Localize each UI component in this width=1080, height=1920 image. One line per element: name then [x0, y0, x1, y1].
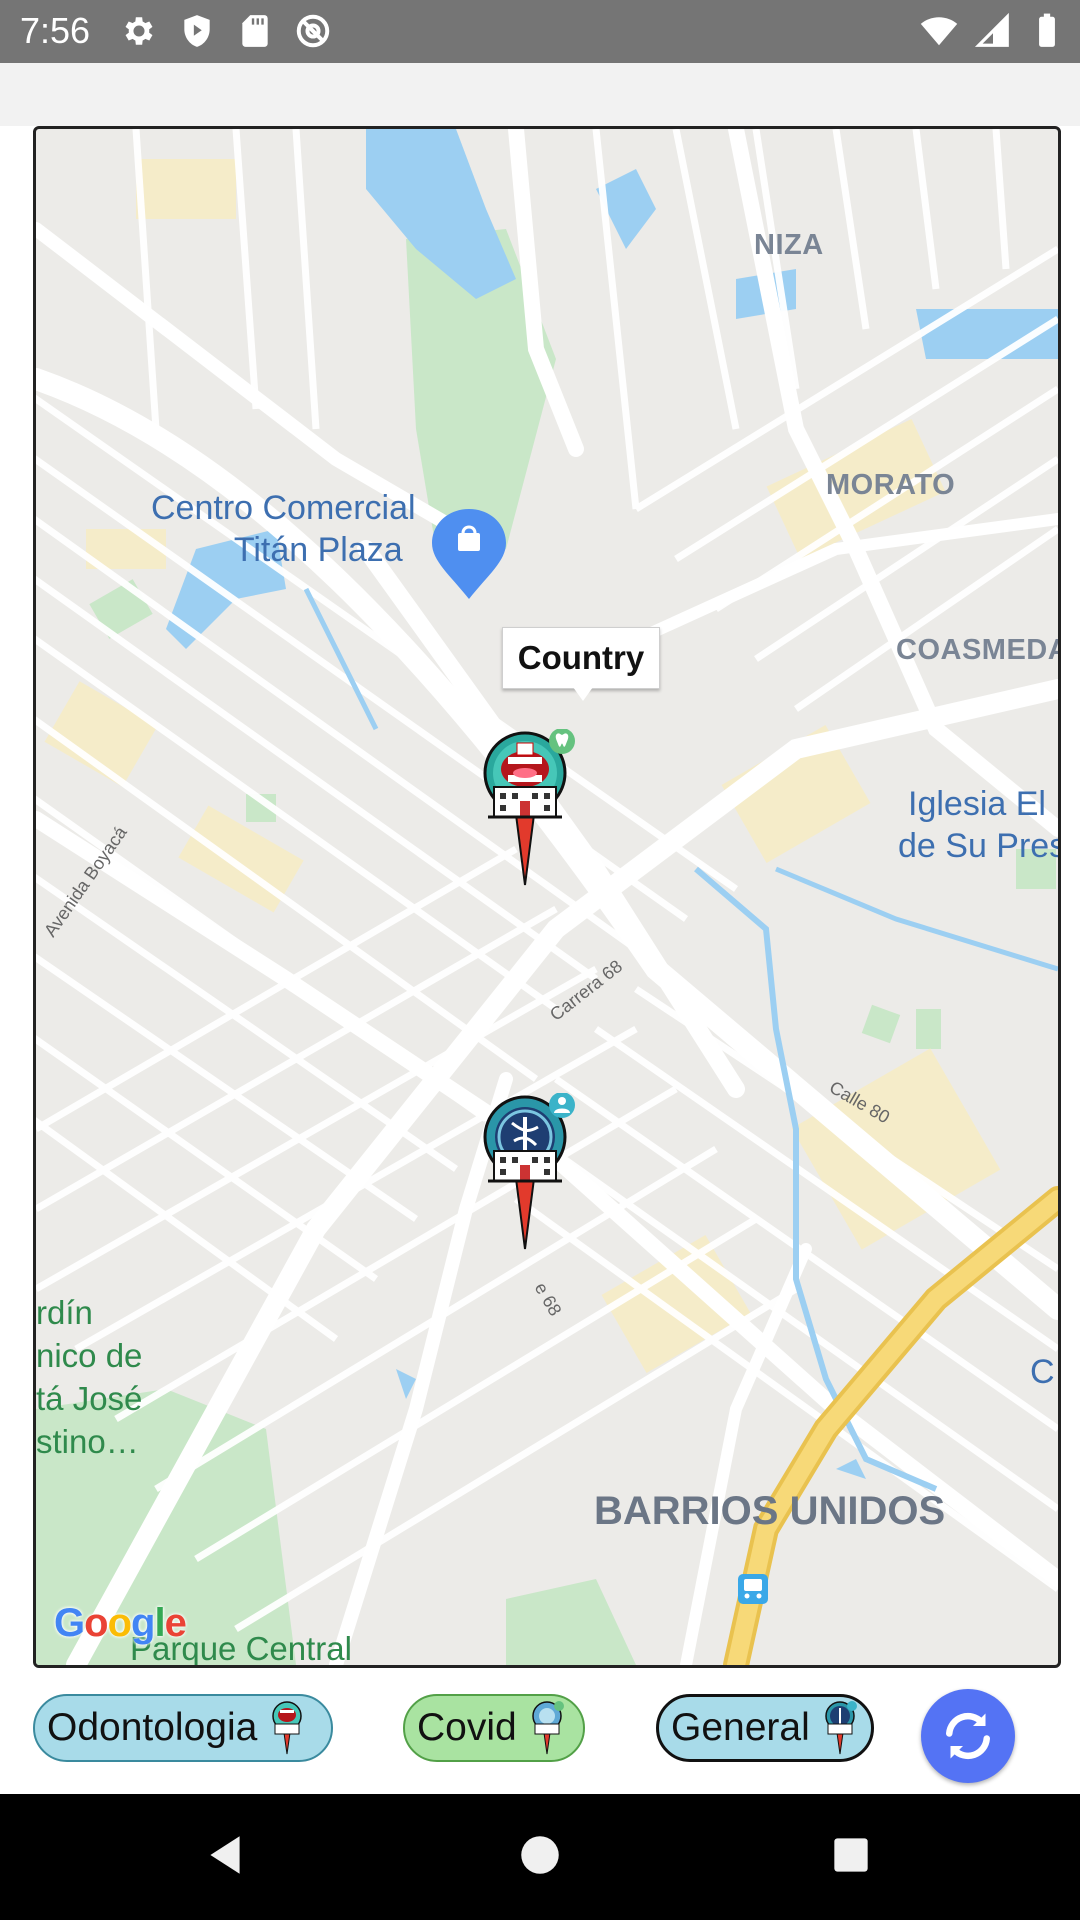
- park-label-jardin-botanico: rdín nico de tá José stino…: [36, 1294, 143, 1460]
- marker-callout[interactable]: Country: [502, 627, 660, 689]
- back-icon[interactable]: [200, 1830, 250, 1880]
- general-marker-icon: [825, 1701, 857, 1755]
- sd-card-icon: [242, 15, 268, 47]
- district-label-barrios-unidos: BARRIOS UNIDOS: [594, 1489, 946, 1533]
- recents-icon[interactable]: [826, 1830, 876, 1880]
- navigation-bar: [0, 1794, 1080, 1920]
- poi-label-titan-plaza: Centro Comercial Titán Plaza: [151, 489, 416, 569]
- district-label-niza: NIZA: [754, 229, 824, 261]
- refresh-icon: [946, 1712, 990, 1760]
- app-bar: [0, 63, 1080, 126]
- filter-covid-label: Covid: [417, 1706, 517, 1749]
- status-bar: 7:56: [0, 0, 1080, 63]
- battery-icon: [1039, 13, 1055, 47]
- filter-odontologia-button[interactable]: Odontologia: [33, 1694, 333, 1762]
- signal-icon: [974, 12, 1009, 47]
- dental-marker-icon: [272, 1701, 303, 1755]
- filter-general-button[interactable]: General: [656, 1694, 874, 1762]
- map-view[interactable]: NIZA MORATO COASMEDA Centro Comercial Ti…: [33, 126, 1061, 1668]
- callout-tail: [573, 687, 593, 701]
- covid-marker-icon: [531, 1701, 564, 1755]
- settings-icon: [125, 17, 153, 45]
- home-icon[interactable]: [515, 1830, 565, 1880]
- wifi-icon: [920, 17, 958, 46]
- filter-odontologia-label: Odontologia: [47, 1706, 258, 1749]
- map-tiles[interactable]: [36, 129, 1058, 1665]
- filter-covid-button[interactable]: Covid: [403, 1694, 585, 1762]
- status-time: 7:56: [20, 10, 91, 51]
- dental-clinic-marker[interactable]: [464, 729, 584, 889]
- poi-label-edge: C: [1030, 1353, 1055, 1391]
- shopping-poi-icon[interactable]: [432, 509, 506, 599]
- filter-general-label: General: [671, 1706, 810, 1749]
- google-logo: Google: [54, 1601, 187, 1645]
- poi-label-church: Iglesia El I de Su Pres: [898, 785, 1061, 865]
- shield-play-icon: [184, 15, 210, 47]
- district-label-morato: MORATO: [826, 469, 956, 501]
- no-tracking-icon: [296, 14, 330, 48]
- general-clinic-marker[interactable]: [464, 1093, 584, 1253]
- district-label-coasmedas: COASMEDA: [896, 634, 1061, 666]
- transit-icon[interactable]: [738, 1574, 768, 1604]
- refresh-button[interactable]: [921, 1689, 1015, 1783]
